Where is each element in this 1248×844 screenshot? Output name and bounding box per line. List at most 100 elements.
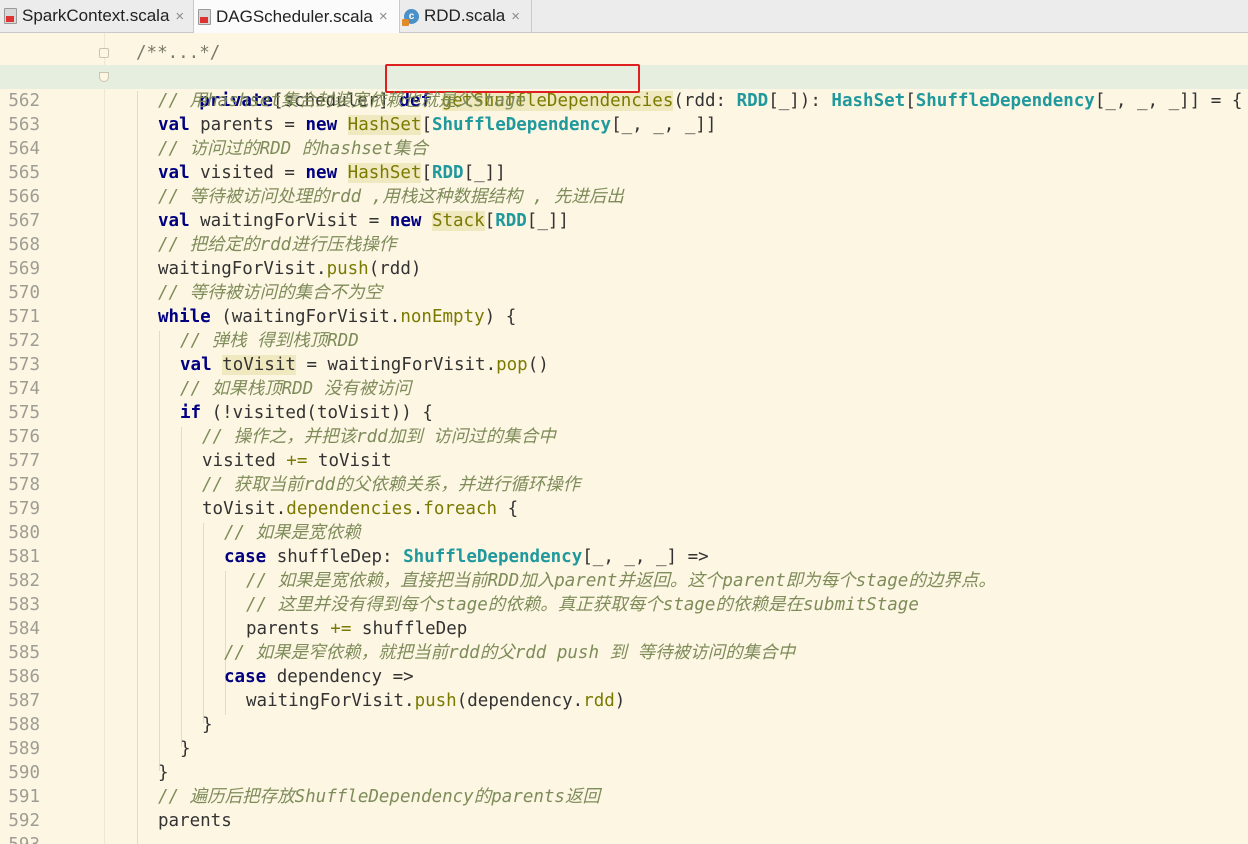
code-text: ) { — [484, 307, 517, 327]
code-line: 592 // 遍历后把存放ShuffleDependency的parents返回 — [0, 785, 1248, 831]
close-icon[interactable]: × — [175, 8, 184, 25]
type-constructor: HashSet — [347, 163, 422, 183]
code-line: 591 } — [0, 761, 1248, 807]
code-text: [_]] — [463, 163, 506, 183]
code-text: (rdd) — [368, 259, 422, 279]
code-line: 582 case shuffleDep: ShuffleDependency[_… — [0, 545, 1248, 591]
code-text: [_]] — [526, 211, 569, 231]
code-line: 548 /**...*/ — [0, 41, 1248, 87]
keyword: if — [180, 403, 202, 423]
code-line: 577 // 操作之，并把该rdd加到 访问过的集合中 — [0, 425, 1248, 471]
close-icon[interactable]: × — [379, 8, 388, 25]
method-call: dependencies — [286, 499, 413, 519]
fold-arrow-icon[interactable] — [99, 72, 109, 82]
code-line: 574 val toVisit = waitingForVisit.pop() — [0, 353, 1248, 399]
comment: // 等待被访问的集合不为空 — [158, 283, 383, 303]
code-line: 572 while (waitingForVisit.nonEmpty) { — [0, 305, 1248, 351]
code-text: } — [158, 763, 169, 783]
code-line: 567 // 等待被访问处理的rdd ,用栈这种数据结构 , 先进后出 — [0, 185, 1248, 231]
scala-file-icon — [4, 8, 17, 24]
operator: += — [330, 619, 352, 639]
method-call: push — [414, 691, 457, 711]
code-text: waitingForVisit. — [158, 259, 327, 279]
code-text: waitingForVisit = — [189, 211, 390, 231]
code-line: 563 // 用hashset集合封装宽依赖也就是父stage — [0, 89, 1248, 135]
comment: // 遍历后把存放ShuffleDependency的parents返回 — [158, 787, 600, 807]
code-text: waitingForVisit. — [246, 691, 415, 711]
code-line: 570 waitingForVisit.push(rdd) — [0, 257, 1248, 303]
comment: // 如果是宽依赖 — [224, 523, 361, 543]
type-name: RDD — [431, 163, 464, 183]
line-number: 593 — [0, 833, 40, 844]
editor-tab-bar: SparkContext.scala × DAGScheduler.scala … — [0, 0, 1248, 33]
variable-name: toVisit — [222, 355, 296, 375]
code-text: shuffleDep — [351, 619, 468, 639]
keyword: new — [305, 163, 338, 183]
code-text: (waitingForVisit. — [210, 307, 401, 327]
method-call: foreach — [423, 499, 498, 519]
code-text: [_, _, _] => — [582, 547, 709, 567]
type-constructor: HashSet — [347, 115, 422, 135]
type-name: ShuffleDependency — [431, 115, 612, 135]
method-call: push — [326, 259, 369, 279]
comment: // 等待被访问处理的rdd ,用栈这种数据结构 , 先进后出 — [158, 187, 624, 207]
code-text: } — [180, 739, 191, 759]
tab-sparkcontext[interactable]: SparkContext.scala × — [0, 0, 194, 32]
code-text: [ — [421, 115, 432, 135]
type-constructor: Stack — [431, 211, 485, 231]
comment: // 这里并没有得到每个stage的依赖。真正获取每个stage的依赖是在sub… — [246, 595, 919, 615]
keyword: new — [389, 211, 422, 231]
keyword: case — [224, 547, 267, 567]
code-line: 589 } — [0, 713, 1248, 759]
comment: // 如果栈顶RDD 没有被访问 — [180, 379, 412, 399]
tab-label: RDD.scala — [424, 6, 506, 25]
close-icon[interactable]: × — [511, 8, 520, 25]
code-text: } — [202, 715, 213, 735]
code-line: 575 // 如果栈顶RDD 没有被访问 — [0, 377, 1248, 423]
tab-label: DAGScheduler.scala — [216, 6, 373, 26]
code-text: parents = — [189, 115, 306, 135]
code-text: [ — [421, 163, 432, 183]
keyword: val — [158, 211, 190, 231]
keyword: while — [158, 307, 211, 327]
comment: // 弹栈 得到栈顶RDD — [180, 331, 359, 351]
comment: // 操作之，并把该rdd加到 访问过的集合中 — [202, 427, 556, 447]
code-line: 585 parents += shuffleDep — [0, 617, 1248, 663]
code-line: 579 // 获取当前rdd的父依赖关系，并进行循环操作 — [0, 473, 1248, 519]
keyword: val — [158, 163, 190, 183]
code-text: (dependency. — [456, 691, 584, 711]
code-line: 573 // 弹栈 得到栈顶RDD — [0, 329, 1248, 375]
type-name: ShuffleDependency — [403, 547, 583, 567]
type-name: RDD — [495, 211, 527, 231]
method-call: rdd — [583, 691, 615, 711]
code-text: () — [527, 355, 549, 375]
code-text: shuffleDep: — [266, 547, 404, 567]
code-editor[interactable]: 548 /**...*/ 562 private[scheduler] def … — [0, 33, 1248, 844]
tab-dagscheduler[interactable]: DAGScheduler.scala × — [194, 0, 400, 33]
fold-toggle-icon[interactable] — [99, 48, 109, 58]
code-text: . — [412, 499, 424, 519]
folded-doc-comment[interactable]: /**...*/ — [136, 43, 220, 63]
code-line: 583 // 如果是宽依赖，直接把当前RDD加入parent并返回。这个pare… — [0, 569, 1248, 615]
code-line: 576 if (!visited(toVisit)) { — [0, 401, 1248, 447]
tab-rdd[interactable]: c RDD.scala × — [400, 0, 532, 32]
comment: // 用hashset集合封装宽依赖也就是父stage — [158, 91, 527, 111]
code-text: parents — [158, 811, 232, 831]
code-text: (!visited(toVisit)) { — [201, 403, 433, 423]
operator: += — [286, 451, 308, 471]
method-call: nonEmpty — [400, 307, 485, 327]
code-text: ) — [614, 691, 626, 711]
code-line: 580 toVisit.dependencies.foreach { — [0, 497, 1248, 543]
code-text: [ — [484, 211, 496, 231]
method-call: pop — [496, 355, 528, 375]
code-text: parents — [246, 619, 331, 639]
code-line: 588 waitingForVisit.push(dependency.rdd) — [0, 689, 1248, 735]
keyword: case — [224, 667, 267, 687]
code-text: toVisit. — [202, 499, 287, 519]
code-line: 578 visited += toVisit — [0, 449, 1248, 495]
code-line: 584 // 这里并没有得到每个stage的依赖。真正获取每个stage的依赖是… — [0, 593, 1248, 639]
keyword: new — [305, 115, 338, 135]
code-line: 568 val waitingForVisit = new Stack[RDD[… — [0, 209, 1248, 255]
code-line: 581 // 如果是宽依赖 — [0, 521, 1248, 567]
